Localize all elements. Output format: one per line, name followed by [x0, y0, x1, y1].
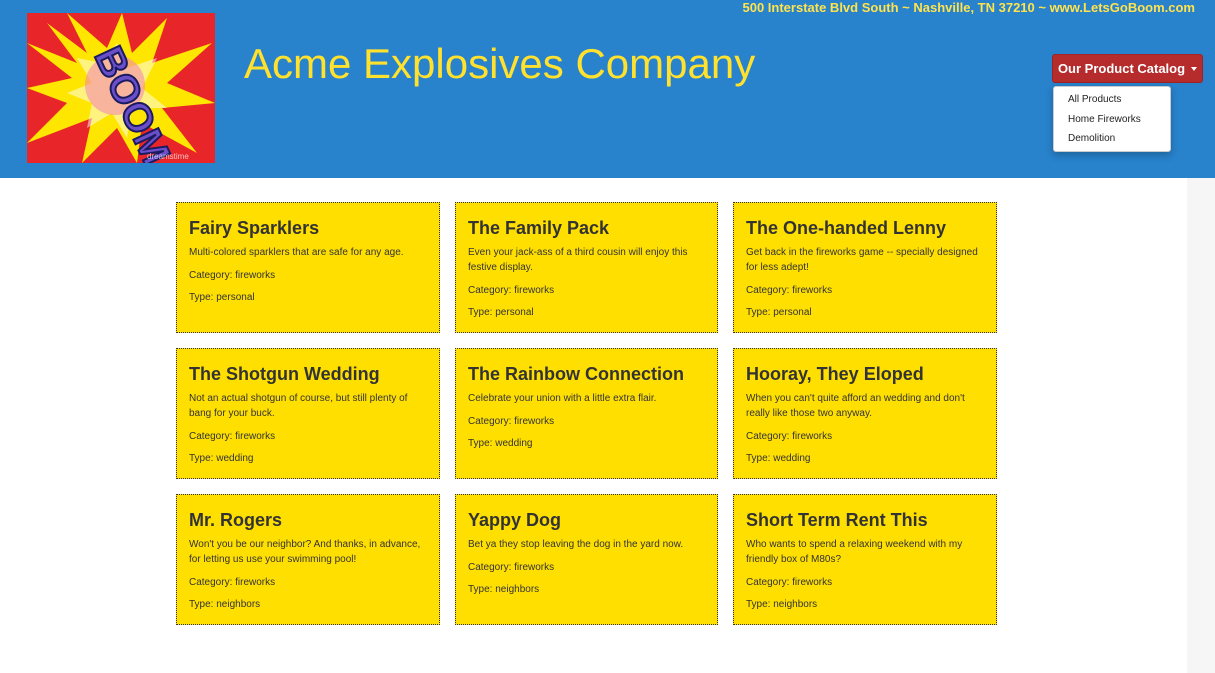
product-title: The Rainbow Connection [468, 364, 684, 384]
site-header: 500 Interstate Blvd South ~ Nashville, T… [0, 0, 1215, 178]
product-description: Who wants to spend a relaxing weekend wi… [746, 539, 963, 565]
product-title: Fairy Sparklers [189, 218, 320, 238]
product-category: Category: fireworks [189, 577, 276, 588]
dropdown-item-demolition[interactable]: Demolition [1054, 130, 1170, 150]
product-card: Short Term Rent This Who wants to spend … [733, 494, 997, 625]
product-title: Short Term Rent This [746, 510, 928, 530]
product-grid: Fairy Sparklers Multi-colored sparklers … [176, 202, 997, 625]
product-catalog-button[interactable]: Our Product Catalog [1052, 54, 1203, 83]
product-category: Category: fireworks [746, 431, 833, 442]
product-type: Type: neighbors [468, 584, 540, 595]
site-title: Acme Explosives Company [244, 40, 756, 87]
product-card: Yappy Dog Bet ya they stop leaving the d… [455, 494, 718, 625]
product-category: Category: fireworks [468, 416, 555, 427]
product-card: Hooray, They Eloped When you can't quite… [733, 348, 997, 479]
product-type: Type: neighbors [189, 599, 261, 610]
company-address: 500 Interstate Blvd South ~ Nashville, T… [742, 0, 1196, 15]
product-card: The Rainbow Connection Celebrate your un… [455, 348, 718, 479]
product-description: Even your jack-ass of a third cousin wil… [468, 247, 688, 273]
product-title: The Shotgun Wedding [189, 364, 380, 384]
product-category: Category: fireworks [189, 270, 276, 281]
product-category: Category: fireworks [746, 577, 833, 588]
product-title: The Family Pack [468, 218, 610, 238]
product-type: Type: wedding [746, 453, 811, 464]
catalog-dropdown-menu: All Products Home Fireworks Demolition [1053, 86, 1171, 152]
product-description: Get back in the fireworks game -- specia… [746, 247, 978, 273]
product-description: Bet ya they stop leaving the dog in the … [468, 539, 684, 550]
product-description: Celebrate your union with a little extra… [468, 393, 657, 404]
product-title: Yappy Dog [468, 510, 562, 530]
product-description: Won't you be our neighbor? And thanks, i… [189, 539, 421, 565]
logo-watermark: dreamstime [147, 152, 189, 161]
product-card: Fairy Sparklers Multi-colored sparklers … [176, 202, 440, 333]
product-category: Category: fireworks [746, 285, 833, 296]
product-category: Category: fireworks [189, 431, 276, 442]
product-title: Mr. Rogers [189, 510, 283, 530]
product-category: Category: fireworks [468, 562, 555, 573]
product-description: Not an actual shotgun of course, but sti… [189, 393, 408, 419]
product-title: The One-handed Lenny [746, 218, 947, 238]
boom-logo-image: BOOM dreamstime [27, 13, 215, 163]
product-description: When you can't quite afford an wedding a… [746, 393, 965, 419]
product-description: Multi-colored sparklers that are safe fo… [189, 247, 404, 258]
product-type: Type: wedding [189, 453, 254, 464]
product-title: Hooray, They Eloped [746, 364, 924, 384]
caret-down-icon [1191, 66, 1198, 71]
scrollbar-track[interactable] [1187, 178, 1215, 673]
product-card: The One-handed Lenny Get back in the fir… [733, 202, 997, 333]
product-type: Type: personal [189, 292, 255, 303]
product-card: Mr. Rogers Won't you be our neighbor? An… [176, 494, 440, 625]
product-card: The Shotgun Wedding Not an actual shotgu… [176, 348, 440, 479]
dropdown-item-all-products[interactable]: All Products [1054, 91, 1170, 111]
product-type: Type: wedding [468, 438, 533, 449]
dropdown-item-home-fireworks[interactable]: Home Fireworks [1054, 111, 1170, 131]
product-type: Type: personal [468, 307, 534, 318]
product-type: Type: neighbors [746, 599, 818, 610]
product-type: Type: personal [746, 307, 812, 318]
product-catalog-label: Our Product Catalog [1057, 61, 1186, 76]
product-category: Category: fireworks [468, 285, 555, 296]
product-card: The Family Pack Even your jack-ass of a … [455, 202, 718, 333]
